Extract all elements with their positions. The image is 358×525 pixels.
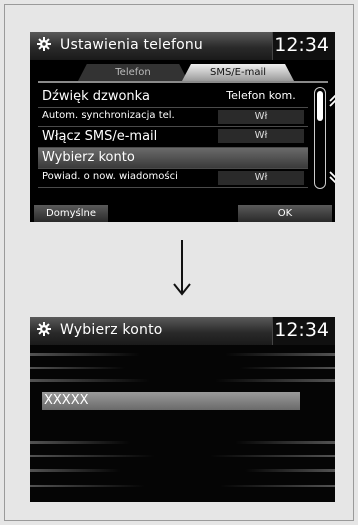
list-item-enable-sms[interactable]: Włącz SMS/e-mail Wł [38, 127, 308, 148]
background-decoration [30, 345, 335, 502]
clock: 12:34 [274, 34, 329, 56]
list-item-label: Powiad. o now. wiadomości [42, 171, 178, 182]
clock: 12:34 [274, 319, 329, 341]
ok-button[interactable]: OK [238, 205, 332, 222]
screen-title: Wybierz konto [60, 322, 163, 338]
double-chevron-down-icon[interactable] [329, 170, 335, 184]
clock-box: 12:34 [272, 317, 335, 345]
title-bar: Wybierz konto 12:34 [30, 317, 335, 345]
list-item-label: Dźwięk dzwonka [42, 89, 150, 104]
gear-icon [37, 37, 51, 51]
list-item-select-account[interactable]: Wybierz konto [38, 148, 308, 169]
screen-title: Ustawienia telefonu [60, 37, 204, 53]
list-item-ringtone[interactable]: Dźwięk dzwonka Telefon kom. [38, 87, 308, 108]
list-item-value: Wł [218, 110, 304, 124]
default-button[interactable]: Domyślne [34, 205, 108, 222]
list-item-label: Autom. synchronizacja tel. [42, 110, 175, 121]
bottom-bar: Domyślne OK [30, 205, 335, 222]
list-item-label: Włącz SMS/e-mail [42, 129, 158, 144]
list-item-value: Wł [218, 129, 304, 143]
select-account-screen: Wybierz konto 12:34 XXXXX [30, 317, 335, 502]
down-arrow-icon [173, 240, 191, 296]
double-chevron-up-icon[interactable] [329, 94, 335, 108]
gear-icon [37, 322, 51, 336]
title-bar: Ustawienia telefonu 12:34 [30, 32, 335, 60]
list-item-value: Wł [218, 171, 304, 185]
account-name: XXXXX [44, 393, 89, 408]
scrollbar[interactable] [314, 87, 326, 189]
scrollbar-thumb[interactable] [317, 91, 323, 121]
list-item-auto-sync[interactable]: Autom. synchronizacja tel. Wł [38, 108, 308, 127]
clock-box: 12:34 [272, 32, 335, 60]
account-list-item[interactable]: XXXXX [42, 392, 300, 410]
phone-settings-screen: Ustawienia telefonu 12:34 Telefon SMS/E-… [30, 32, 335, 222]
tab-divider [38, 81, 328, 83]
list-item-label: Wybierz konto [42, 150, 135, 165]
tab-sms-email[interactable]: SMS/E-mail [182, 64, 294, 81]
list-item-new-message-notify[interactable]: Powiad. o now. wiadomości Wł [38, 169, 308, 188]
tab-telefon[interactable]: Telefon [78, 64, 188, 81]
list-item-value: Telefon kom. [226, 89, 296, 102]
